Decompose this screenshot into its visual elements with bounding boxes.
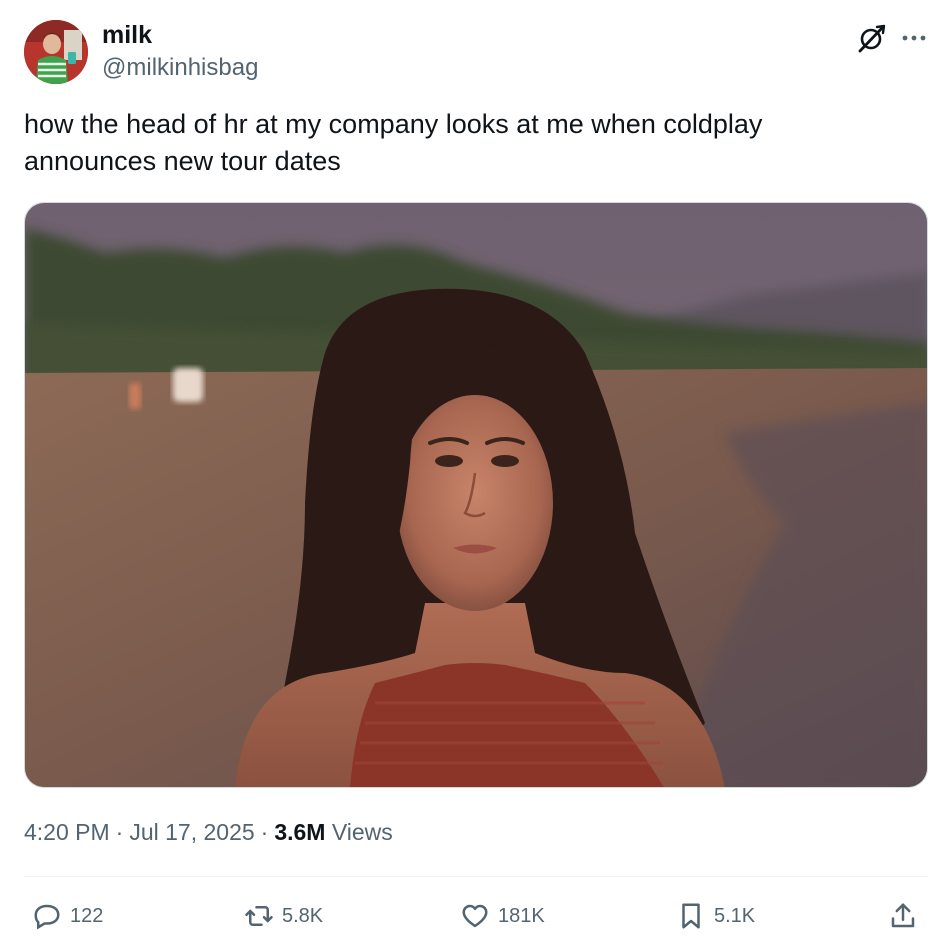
reply-button[interactable]: 122 — [32, 898, 103, 934]
views-count: 3.6M — [274, 819, 326, 845]
tweet-text: how the head of hr at my company looks a… — [24, 109, 763, 176]
share-icon — [891, 903, 915, 928]
user-handle[interactable]: @milkinhisbag — [102, 54, 258, 82]
tweet-meta: 4:20 PM · Jul 17, 2025 · 3.6M Views — [24, 816, 393, 848]
bookmark-button[interactable]: 5.1K — [676, 898, 755, 934]
more-icon[interactable] — [898, 22, 930, 54]
like-button[interactable]: 181K — [460, 898, 545, 934]
repost-button[interactable]: 5.8K — [244, 898, 323, 934]
reply-icon — [34, 904, 60, 930]
tweet-time[interactable]: 4:20 PM — [24, 819, 110, 845]
tweet-photo[interactable] — [24, 202, 928, 788]
views-label: Views — [331, 819, 393, 845]
display-name[interactable]: milk — [102, 20, 152, 50]
grok-icon[interactable] — [856, 22, 888, 54]
bookmark-icon — [682, 903, 700, 929]
bookmark-count: 5.1K — [714, 904, 756, 927]
tweet-date[interactable]: Jul 17, 2025 — [129, 819, 254, 845]
heart-icon — [462, 904, 488, 928]
repost-count: 5.8K — [282, 904, 324, 927]
meta-separator: · — [115, 819, 124, 845]
share-button[interactable] — [888, 898, 918, 934]
avatar[interactable] — [24, 20, 88, 84]
like-count: 181K — [498, 904, 545, 927]
reply-count: 122 — [70, 904, 104, 927]
divider — [24, 876, 928, 877]
tweet-card: milk @milkinhisbag how the head of hr at… — [0, 0, 950, 950]
repost-icon — [245, 906, 273, 926]
meta-separator: · — [260, 819, 269, 845]
